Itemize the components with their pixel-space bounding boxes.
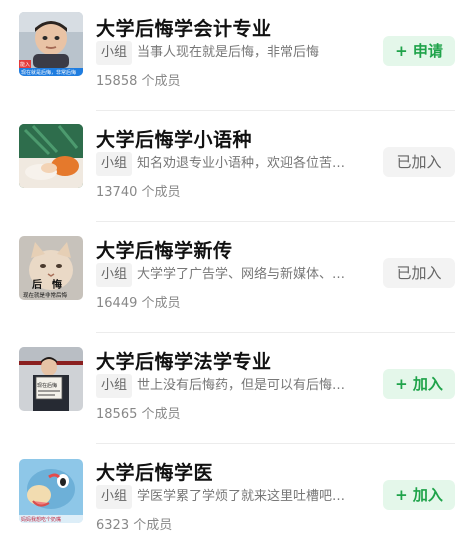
group-avatar[interactable]: 现在后悔 (19, 347, 83, 411)
group-description: 世上没有后悔药，但是可以有后悔… (137, 378, 346, 393)
member-count: 15858 个成员 (96, 74, 181, 89)
group-list: 能入 现在就是后悔，非常后悔 大学后悔学会计专业 小组 当事人现在就是后悔，非常… (0, 0, 474, 541)
svg-text:能入: 能入 (20, 61, 30, 68)
group-title[interactable]: 大学后悔学新传 (96, 236, 233, 263)
group-item[interactable]: 大学后悔学小语种 小组 知名劝退专业小语种，欢迎各位苦… 13740 个成员 已… (0, 111, 474, 222)
group-title[interactable]: 大学后悔学医 (96, 458, 213, 485)
svg-text:现在后悔: 现在后悔 (37, 382, 57, 389)
group-type-tag: 小组 (96, 374, 133, 398)
group-avatar[interactable] (19, 124, 83, 188)
group-item[interactable]: 现在后悔 大学后悔学法学专业 小组 世上没有后悔药，但是可以有后悔… 18565… (0, 333, 474, 444)
joined-button[interactable]: 已加入 (383, 147, 455, 177)
group-title[interactable]: 大学后悔学小语种 (96, 125, 252, 152)
group-item[interactable]: 能入 现在就是后悔，非常后悔 大学后悔学会计专业 小组 当事人现在就是后悔，非常… (0, 0, 474, 111)
group-item[interactable]: 后 悔 现在就是非常后悔 大学后悔学新传 小组 大学学了广告学、网络与新媒体、…… (0, 222, 474, 333)
group-title[interactable]: 大学后悔学会计专业 (96, 14, 272, 41)
baby-photo-icon: 能入 现在就是后悔，非常后悔 (19, 12, 83, 76)
svg-text:后 悔: 后 悔 (32, 278, 62, 291)
svg-text:妈妈我想吃个奶嘴: 妈妈我想吃个奶嘴 (21, 516, 61, 523)
apply-button[interactable]: + 申请 (383, 36, 455, 66)
join-button[interactable]: + 加入 (383, 369, 455, 399)
group-description: 学医学累了学烦了就来这里吐槽吧… (137, 489, 346, 504)
group-type-tag: 小组 (96, 263, 133, 287)
group-description: 知名劝退专业小语种，欢迎各位苦… (137, 156, 346, 171)
group-avatar[interactable]: 能入 现在就是后悔，非常后悔 (19, 12, 83, 76)
group-title[interactable]: 大学后悔学法学专业 (96, 347, 272, 374)
group-type-tag: 小组 (96, 41, 133, 65)
group-description: 当事人现在就是后悔，非常后悔 (137, 45, 320, 60)
member-count: 18565 个成员 (96, 407, 181, 422)
group-avatar[interactable]: 后 悔 现在就是非常后悔 (19, 236, 83, 300)
svg-text:现在就是后悔，非常后悔: 现在就是后悔，非常后悔 (21, 69, 76, 76)
cat-meme-icon: 后 悔 现在就是非常后悔 (19, 236, 83, 300)
member-count: 16449 个成员 (96, 296, 181, 311)
member-count: 6323 个成员 (96, 518, 173, 533)
protester-sign-icon: 现在后悔 (19, 347, 83, 411)
member-count: 13740 个成员 (96, 185, 181, 200)
cartoon-bird-icon: 妈妈我想吃个奶嘴 (19, 459, 83, 523)
group-avatar[interactable]: 妈妈我想吃个奶嘴 (19, 459, 83, 523)
group-description: 大学学了广告学、网络与新媒体、… (137, 267, 346, 282)
group-type-tag: 小组 (96, 485, 133, 509)
group-type-tag: 小组 (96, 152, 133, 176)
join-button[interactable]: + 加入 (383, 480, 455, 510)
anime-sleeping-icon (19, 124, 83, 188)
joined-button[interactable]: 已加入 (383, 258, 455, 288)
svg-text:现在就是非常后悔: 现在就是非常后悔 (23, 291, 68, 299)
group-item[interactable]: 妈妈我想吃个奶嘴 大学后悔学医 小组 学医学累了学烦了就来这里吐槽吧… 6323… (0, 444, 474, 555)
